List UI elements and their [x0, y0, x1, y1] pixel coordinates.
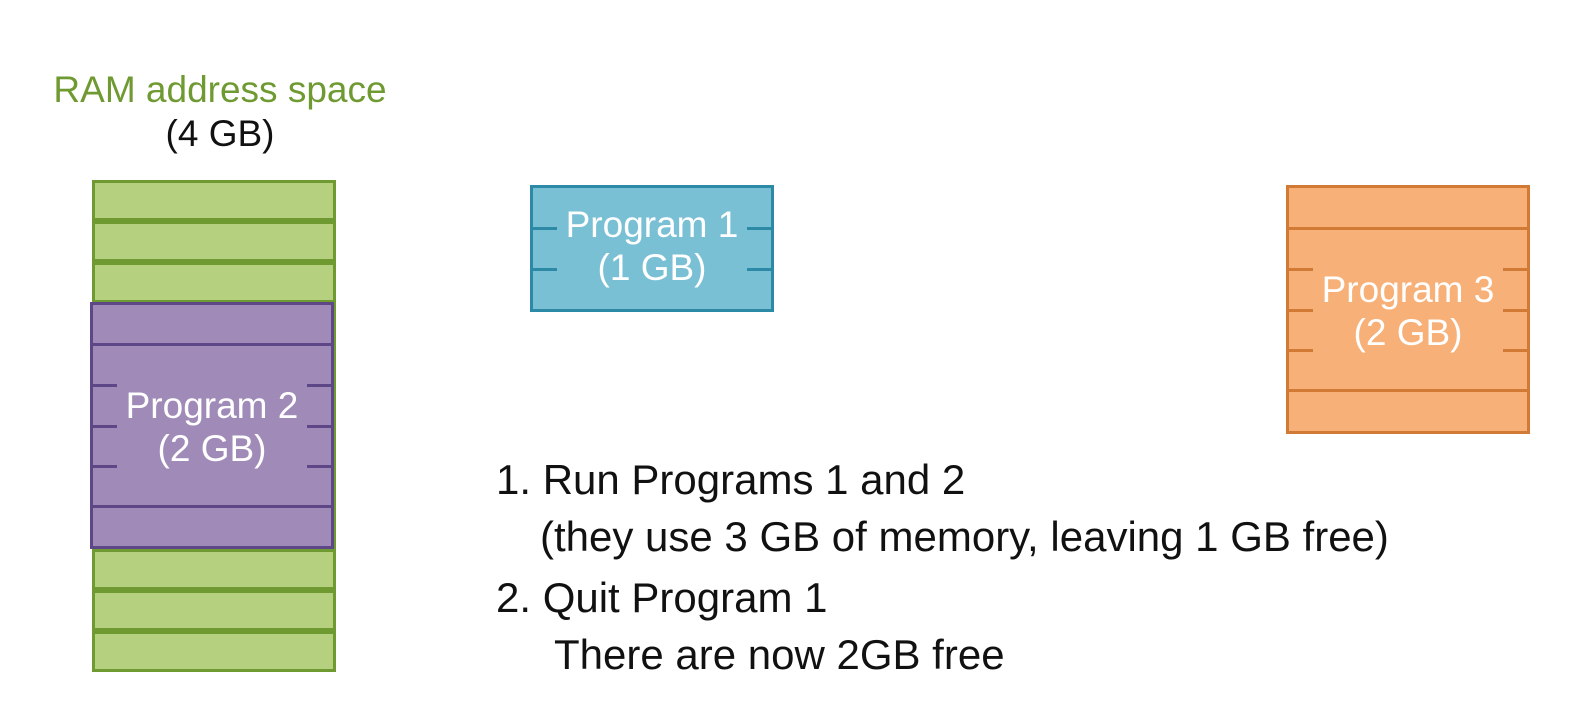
program-3-size: (2 GB) [1353, 312, 1463, 353]
ram-block [92, 221, 336, 262]
program-1-name: Program 1 [565, 204, 739, 245]
ram-block [92, 590, 336, 631]
program-3-name: Program 3 [1321, 269, 1495, 310]
step-2-text: 2. Quit Program 1 [496, 574, 828, 621]
ram-block [92, 262, 336, 303]
ram-block [92, 180, 336, 221]
ram-size-label: (4 GB) [165, 113, 275, 154]
ram-title: RAM address space [53, 69, 387, 110]
program-2-size: (2 GB) [157, 428, 267, 469]
program-1-block: Program 1 (1 GB) [530, 185, 774, 312]
program-3-block: Program 3 (2 GB) [1286, 185, 1530, 434]
ram-block [92, 631, 336, 672]
program-1-size: (1 GB) [597, 247, 707, 288]
step-1-detail: (they use 3 GB of memory, leaving 1 GB f… [540, 513, 1389, 560]
ram-block [92, 549, 336, 590]
program-2-name: Program 2 [125, 385, 299, 426]
program-2-block: Program 2 (2 GB) [90, 302, 334, 549]
step-2-detail: There are now 2GB free [554, 631, 1005, 678]
step-1-text: 1. Run Programs 1 and 2 [496, 456, 966, 503]
